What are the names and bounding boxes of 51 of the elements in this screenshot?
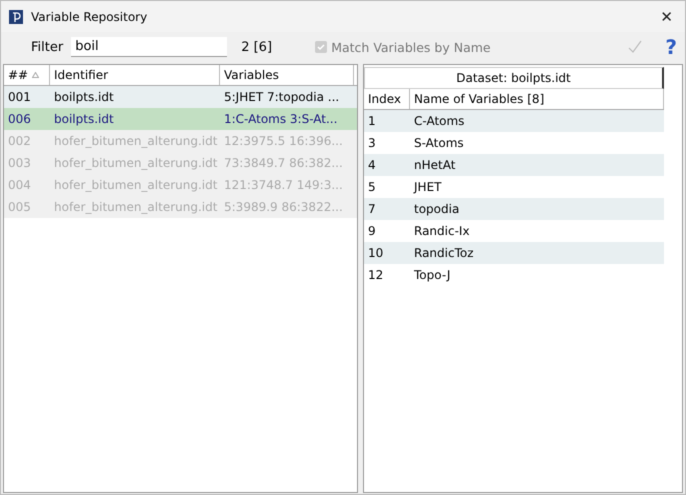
dataset-row[interactable]: 001 boilpts.idt 5:JHET 7:topodia ... (4, 86, 357, 108)
table-cell-text: 121:3748.7 149:3... (223, 178, 344, 192)
help-button[interactable]: ? (665, 35, 677, 59)
table-cell-text: 3 (367, 136, 377, 150)
table-cell-text: hofer_bitumen_alterung.idt (53, 134, 218, 148)
match-label: Match Variables by Name (331, 40, 491, 54)
table-cell-text: 12 (367, 268, 384, 282)
close-button[interactable]: ✕ (656, 8, 677, 26)
table-cell-text: Randic-Ix (413, 224, 471, 238)
checkmark-icon[interactable] (627, 39, 644, 55)
table-cell-text: JHET (412, 180, 442, 194)
table-cell-text: C-Atoms (413, 114, 466, 128)
column-header[interactable]: ## (4, 65, 50, 85)
table-cell-text: 7 (367, 202, 377, 216)
table-cell-text: 005 (7, 200, 32, 214)
table-cell-text: boilpts.idt (53, 90, 115, 104)
table-cell-text: 9 (367, 224, 377, 238)
table-cell-text: RandicToz (413, 246, 475, 260)
column-header[interactable]: Name of Variables [8] (410, 89, 664, 109)
column-header[interactable]: Identifier (50, 65, 220, 85)
match-count: 2 [6] (241, 40, 274, 54)
table-cell-text: 001 (7, 90, 32, 104)
table-cell-text: 10 (367, 246, 384, 260)
table-cell-text: 006 (7, 112, 32, 126)
table-cell-text: 73:3849.7 86:382... (223, 156, 344, 170)
filter-label: Filter (31, 40, 64, 54)
filter-field[interactable]: boil (71, 37, 228, 57)
column-header[interactable]: Variables (220, 65, 354, 85)
tick-icon (316, 42, 326, 52)
column-header[interactable]: Index (364, 89, 410, 109)
table-cell-text: 004 (7, 178, 32, 192)
dataset-row[interactable]: 006 boilpts.idt 1:C-Atoms 3:S-At... (4, 108, 357, 130)
table-cell-text: hofer_bitumen_alterung.idt (53, 156, 218, 170)
table-cell-text: 1:C-Atoms 3:S-At... (223, 112, 338, 126)
table-cell-text: 1 (367, 114, 377, 128)
window-title: Variable Repository (31, 10, 148, 24)
table-cell-text: nHetAt (413, 158, 456, 172)
table-cell-text: 003 (7, 156, 32, 170)
table-cell-text: 5 (367, 180, 377, 194)
table-cell-text: hofer_bitumen_alterung.idt (53, 178, 218, 192)
table-cell-text: 5:JHET 7:topodia ... (223, 90, 340, 104)
table-cell-text: 002 (7, 134, 32, 148)
table-cell-text: 5:3989.9 86:3822... (223, 200, 344, 214)
app-logo-icon (9, 10, 23, 24)
table-cell-text: boilpts.idt (53, 112, 115, 126)
table-cell-text: topodia (413, 202, 460, 216)
table-cell-text: 4 (367, 158, 377, 172)
table-cell-text: 12:3975.5 16:396... (223, 134, 344, 148)
table-cell-text: Topo-J (413, 268, 452, 282)
table-cell-text: S-Atoms (413, 136, 465, 150)
table-cell-text: hofer_bitumen_alterung.idt (53, 200, 218, 214)
